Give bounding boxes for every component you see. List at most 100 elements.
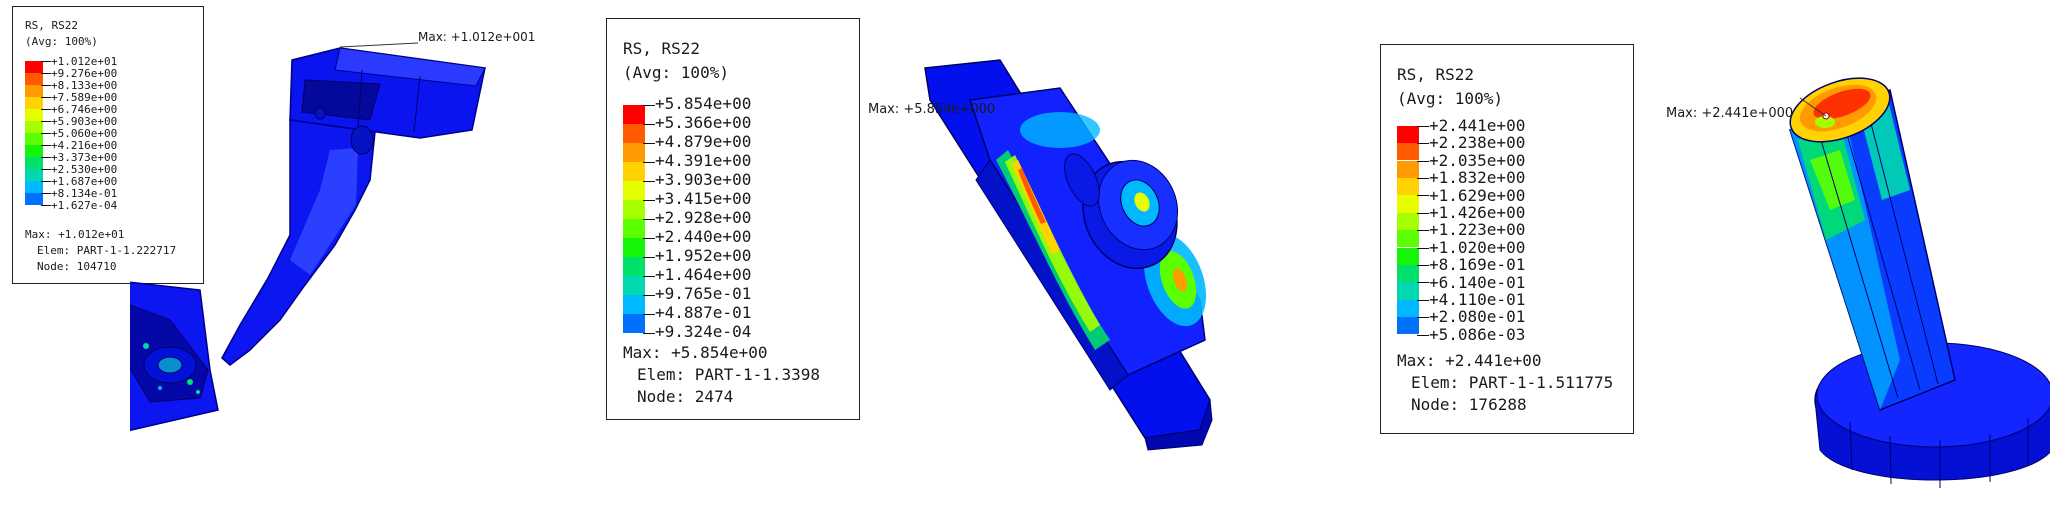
legend-title: RS, RS22 <box>25 19 78 32</box>
scale-swatch <box>25 73 43 85</box>
scale-tick <box>643 332 655 334</box>
scale-swatch <box>623 275 645 295</box>
scale-label: +9.324e-04 <box>655 322 752 341</box>
scale-tick <box>1417 317 1429 319</box>
scale-label: +1.629e+00 <box>1429 185 1526 205</box>
max-marker-label: Max: +1.012e+001 <box>418 30 536 44</box>
scale-tick <box>1417 143 1429 145</box>
node-line: Node: 176288 <box>1411 395 1527 414</box>
scale-swatch <box>1397 299 1419 318</box>
scale-tick <box>643 161 655 163</box>
scale-swatch <box>1397 125 1419 144</box>
scale-tick <box>1417 334 1429 336</box>
legend-title: RS, RS22 <box>623 39 701 58</box>
scale-label: +1.012e+01 <box>51 55 118 68</box>
scale-label: +1.020e+00 <box>1429 237 1526 257</box>
scale-label: +5.854e+00 <box>655 94 752 113</box>
scale-tick <box>41 61 51 62</box>
elem-line: Elem: PART-1-1.511775 <box>1411 373 1614 392</box>
scale-label: +6.140e-01 <box>1429 272 1526 292</box>
scale-swatch <box>25 157 43 169</box>
scale-tick <box>1417 230 1429 232</box>
scale-label: +2.441e+00 <box>1429 116 1526 135</box>
scale-label: +5.903e+00 <box>51 115 118 128</box>
scale-tick <box>1417 125 1429 127</box>
scale-swatch <box>25 181 43 193</box>
scale-swatch <box>25 85 43 97</box>
scale-label: +6.746e+00 <box>51 103 118 116</box>
scale-swatch <box>1397 230 1419 248</box>
scale-swatch <box>1397 160 1419 178</box>
max-value-line: Max: +2.441e+00 <box>1397 351 1542 370</box>
scale-label: +4.391e+00 <box>655 151 752 170</box>
scale-tick <box>643 294 655 296</box>
legend-subtitle: (Avg: 100%) <box>25 35 98 48</box>
max-value-line: Max: +5.854e+00 <box>623 343 768 362</box>
elem-line: Elem: PART-1-1.3398 <box>637 365 821 384</box>
scale-tick <box>41 121 51 122</box>
scale-swatch <box>1397 212 1419 231</box>
scale-label: +1.223e+00 <box>1429 220 1526 240</box>
scale-label: +7.589e+00 <box>51 91 118 104</box>
scale-swatch <box>623 123 645 143</box>
scale-tick <box>643 256 655 258</box>
scale-tick <box>41 109 51 110</box>
scale-tick <box>643 142 655 144</box>
scale-label: +8.133e+00 <box>51 79 118 92</box>
scale-swatch <box>25 121 43 133</box>
scale-swatch <box>623 218 645 238</box>
scale-tick <box>41 85 51 86</box>
scale-tick <box>1417 299 1429 301</box>
scale-label: +1.687e+00 <box>51 175 118 188</box>
scale-label: +4.879e+00 <box>655 132 752 151</box>
scale-tick <box>1417 177 1429 179</box>
scale-label: +4.887e-01 <box>655 303 752 322</box>
scale-tick <box>41 73 51 74</box>
scale-swatch <box>25 109 43 121</box>
scale-swatch <box>25 145 43 157</box>
scale-swatch <box>25 61 43 73</box>
max-marker-label: Max: +5.854e+000 <box>868 102 996 117</box>
scale-swatch <box>623 180 645 200</box>
legend-subtitle: (Avg: 100%) <box>1397 89 1503 108</box>
scale-tick <box>41 157 51 158</box>
scale-tick <box>1417 160 1429 162</box>
scale-tick <box>41 145 51 146</box>
legend-box-right: RS, RS22 (Avg: 100%) +2.441e+00 +2.238e+0… <box>1380 44 1634 434</box>
scale-swatch <box>1397 177 1419 196</box>
scale-swatch <box>623 313 645 333</box>
scale-tick <box>643 313 655 315</box>
legend-subtitle: (Avg: 100%) <box>623 63 729 82</box>
scale-swatch <box>1397 317 1419 335</box>
scale-label: +1.832e+00 <box>1429 168 1526 188</box>
scale-tick <box>643 237 655 239</box>
scale-tick <box>1417 212 1429 214</box>
scale-swatch <box>1397 195 1419 213</box>
scale-swatch <box>25 97 43 109</box>
scale-tick <box>41 97 51 98</box>
scale-label: +3.415e+00 <box>655 189 752 208</box>
scale-label: +9.765e-01 <box>655 284 752 303</box>
scale-swatch <box>1397 247 1419 265</box>
scale-label: +4.110e-01 <box>1429 290 1526 309</box>
scale-tick <box>41 169 51 170</box>
scale-tick <box>643 104 655 106</box>
scale-swatch <box>623 161 645 181</box>
scale-label: +3.373e+00 <box>51 151 118 164</box>
scale-swatch <box>25 169 43 181</box>
scale-label: +2.928e+00 <box>655 208 752 227</box>
scale-swatch <box>1397 264 1419 283</box>
scale-swatch <box>1397 282 1419 300</box>
scale-tick <box>1417 247 1429 249</box>
scale-tick <box>41 133 51 134</box>
scale-swatch <box>623 104 645 124</box>
scale-label: +1.426e+00 <box>1429 203 1526 222</box>
scale-label: +2.238e+00 <box>1429 133 1526 153</box>
scale-swatch <box>25 193 43 205</box>
scale-label: +5.060e+00 <box>51 127 118 140</box>
bolt-model <box>1789 77 2050 488</box>
scale-label: +2.035e+00 <box>1429 150 1526 170</box>
scale-swatch <box>623 237 645 257</box>
scale-label: +5.086e-03 <box>1429 324 1526 344</box>
scale-label: +1.627e-04 <box>51 199 118 212</box>
